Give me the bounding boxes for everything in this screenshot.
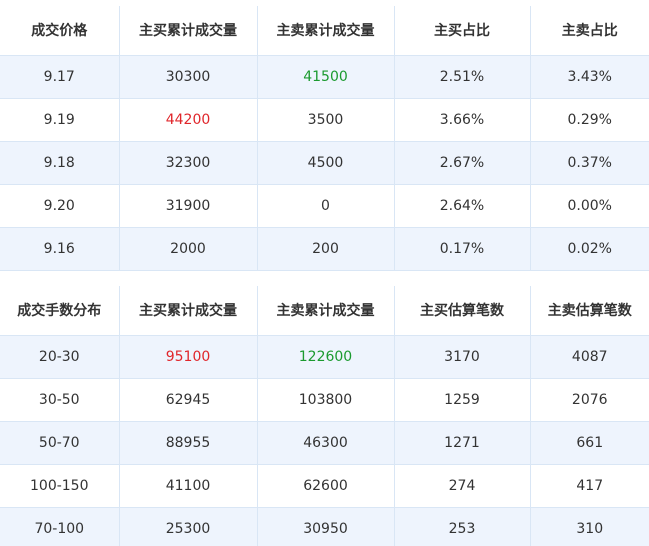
cell-buy-ratio: 0.17% (394, 227, 531, 271)
cell-sell-volume: 200 (257, 227, 395, 271)
cell-sell-count: 310 (530, 507, 649, 546)
cell-sell-volume: 103800 (257, 378, 395, 422)
cell-buy-ratio: 2.64% (394, 184, 531, 228)
cell-lot-range: 50-70 (0, 421, 120, 465)
table-header-row: 成交价格 主买累计成交量 主卖累计成交量 主买占比 主卖占比 (0, 6, 649, 56)
table-row: 9.16 2000 200 0.17% 0.02% (0, 227, 649, 271)
table-row: 50-70 88955 46300 1271 661 (0, 421, 649, 465)
cell-price: 9.16 (0, 227, 120, 271)
table-row: 9.20 31900 0 2.64% 0.00% (0, 184, 649, 228)
table-header-row: 成交手数分布 主买累计成交量 主卖累计成交量 主买估算笔数 主卖估算笔数 (0, 286, 649, 336)
cell-buy-volume: 95100 (119, 335, 258, 379)
cell-buy-count: 1259 (394, 378, 531, 422)
cell-buy-ratio: 3.66% (394, 98, 531, 142)
header-buy-volume[interactable]: 主买累计成交量 (119, 286, 258, 336)
cell-buy-volume: 44200 (119, 98, 258, 142)
cell-sell-volume: 122600 (257, 335, 395, 379)
header-buy-ratio[interactable]: 主买占比 (394, 6, 531, 56)
cell-buy-volume: 25300 (119, 507, 258, 546)
cell-sell-count: 4087 (530, 335, 649, 379)
cell-buy-ratio: 2.51% (394, 55, 531, 99)
cell-sell-count: 417 (530, 464, 649, 508)
cell-buy-count: 274 (394, 464, 531, 508)
cell-buy-ratio: 2.67% (394, 141, 531, 185)
cell-sell-ratio: 0.29% (530, 98, 649, 142)
cell-buy-count: 1271 (394, 421, 531, 465)
cell-sell-volume: 4500 (257, 141, 395, 185)
trade-analysis-panel: 成交价格 主买累计成交量 主卖累计成交量 主买占比 主卖占比 9.17 3030… (0, 0, 649, 546)
cell-sell-volume: 46300 (257, 421, 395, 465)
cell-buy-volume: 62945 (119, 378, 258, 422)
header-sell-volume[interactable]: 主卖累计成交量 (257, 6, 395, 56)
cell-sell-count: 661 (530, 421, 649, 465)
cell-lot-range: 30-50 (0, 378, 120, 422)
cell-sell-ratio: 3.43% (530, 55, 649, 99)
cell-price: 9.18 (0, 141, 120, 185)
cell-buy-volume: 31900 (119, 184, 258, 228)
header-lot-range[interactable]: 成交手数分布 (0, 286, 120, 336)
table-row: 20-30 95100 122600 3170 4087 (0, 335, 649, 379)
price-volume-table: 成交价格 主买累计成交量 主卖累计成交量 主买占比 主卖占比 9.17 3030… (0, 6, 649, 271)
header-sell-ratio[interactable]: 主卖占比 (530, 6, 649, 56)
cell-price: 9.17 (0, 55, 120, 99)
cell-lot-range: 20-30 (0, 335, 120, 379)
cell-buy-count: 253 (394, 507, 531, 546)
cell-lot-range: 100-150 (0, 464, 120, 508)
table-row: 9.17 30300 41500 2.51% 3.43% (0, 55, 649, 99)
cell-sell-volume: 30950 (257, 507, 395, 546)
header-sell-volume[interactable]: 主卖累计成交量 (257, 286, 395, 336)
cell-sell-volume: 0 (257, 184, 395, 228)
cell-buy-volume: 88955 (119, 421, 258, 465)
cell-sell-count: 2076 (530, 378, 649, 422)
cell-sell-ratio: 0.00% (530, 184, 649, 228)
header-buy-count[interactable]: 主买估算笔数 (394, 286, 531, 336)
cell-price: 9.20 (0, 184, 120, 228)
cell-sell-volume: 62600 (257, 464, 395, 508)
cell-buy-volume: 2000 (119, 227, 258, 271)
header-price[interactable]: 成交价格 (0, 6, 120, 56)
table-row: 9.19 44200 3500 3.66% 0.29% (0, 98, 649, 142)
cell-buy-volume: 30300 (119, 55, 258, 99)
cell-sell-ratio: 0.02% (530, 227, 649, 271)
cell-sell-volume: 41500 (257, 55, 395, 99)
header-buy-volume[interactable]: 主买累计成交量 (119, 6, 258, 56)
table-row: 30-50 62945 103800 1259 2076 (0, 378, 649, 422)
cell-lot-range: 70-100 (0, 507, 120, 546)
cell-sell-volume: 3500 (257, 98, 395, 142)
header-sell-count[interactable]: 主卖估算笔数 (530, 286, 649, 336)
lot-distribution-table: 成交手数分布 主买累计成交量 主卖累计成交量 主买估算笔数 主卖估算笔数 20-… (0, 286, 649, 546)
table-row: 100-150 41100 62600 274 417 (0, 464, 649, 508)
cell-price: 9.19 (0, 98, 120, 142)
table-row: 70-100 25300 30950 253 310 (0, 507, 649, 546)
cell-sell-ratio: 0.37% (530, 141, 649, 185)
cell-buy-count: 3170 (394, 335, 531, 379)
cell-buy-volume: 32300 (119, 141, 258, 185)
cell-buy-volume: 41100 (119, 464, 258, 508)
table-row: 9.18 32300 4500 2.67% 0.37% (0, 141, 649, 185)
